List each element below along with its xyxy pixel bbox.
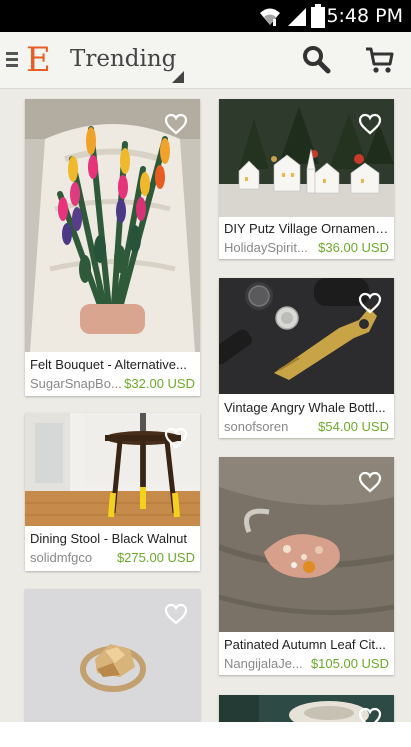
favorite-heart-icon[interactable] <box>164 603 188 630</box>
favorite-heart-icon[interactable] <box>358 113 382 140</box>
listing-card[interactable] <box>219 695 394 722</box>
shop-name: HolidaySpirit... <box>224 240 308 255</box>
listing-price: $32.00 USD <box>124 376 195 391</box>
search-icon[interactable] <box>300 44 332 81</box>
listing-title: Dining Stool - Black Walnut <box>30 531 188 546</box>
dropdown-triangle-icon[interactable] <box>172 70 184 88</box>
favorite-heart-icon[interactable] <box>164 427 188 454</box>
listing-price: $54.00 USD <box>318 419 389 434</box>
favorite-heart-icon[interactable] <box>358 292 382 319</box>
favorite-heart-icon[interactable] <box>358 707 382 722</box>
status-bar: 5:48 PM <box>0 0 411 32</box>
listing-card[interactable]: Patinated Autumn Leaf Cit... NangijalaJe… <box>219 457 394 675</box>
menu-icon[interactable] <box>6 52 18 73</box>
listing-title: Vintage Angry Whale Bottl... <box>224 400 386 415</box>
listing-card[interactable] <box>25 589 200 722</box>
bottom-edge <box>0 722 411 747</box>
listing-price: $36.00 USD <box>318 240 389 255</box>
etsy-logo[interactable]: E <box>26 40 51 80</box>
listing-title: DIY Putz Village Ornament... <box>224 221 389 236</box>
clock: 5:48 PM <box>326 5 403 27</box>
listing-price: $275.00 USD <box>116 550 195 565</box>
listing-card[interactable]: Vintage Angry Whale Bottl... sonofsoren … <box>219 278 394 438</box>
listing-title: Patinated Autumn Leaf Cit... <box>224 637 386 652</box>
page-title[interactable]: Trending <box>70 45 176 73</box>
shop-name: sonofsoren <box>224 419 289 434</box>
favorite-heart-icon[interactable] <box>164 113 188 140</box>
favorite-heart-icon[interactable] <box>358 471 382 498</box>
signal-icon <box>286 5 308 32</box>
shop-name: solidmfgco <box>30 550 93 565</box>
listing-title: Felt Bouquet - Alternative... <box>30 357 187 372</box>
shop-name: NangijalaJe... <box>224 656 303 671</box>
wifi-icon <box>258 5 282 32</box>
listing-card[interactable]: Dining Stool - Black Walnut solidmfgco $… <box>25 413 200 571</box>
listing-feed[interactable]: Felt Bouquet - Alternative... SugarSnapB… <box>0 89 411 722</box>
listing-card[interactable]: DIY Putz Village Ornament... HolidaySpir… <box>219 99 394 259</box>
shop-name: SugarSnapBo... <box>30 376 122 391</box>
cart-icon[interactable] <box>364 44 396 81</box>
listing-price: $105.00 USD <box>310 656 389 671</box>
action-bar: E Trending <box>0 32 411 89</box>
battery-icon <box>311 4 325 33</box>
listing-card[interactable]: Felt Bouquet - Alternative... SugarSnapB… <box>25 99 200 396</box>
